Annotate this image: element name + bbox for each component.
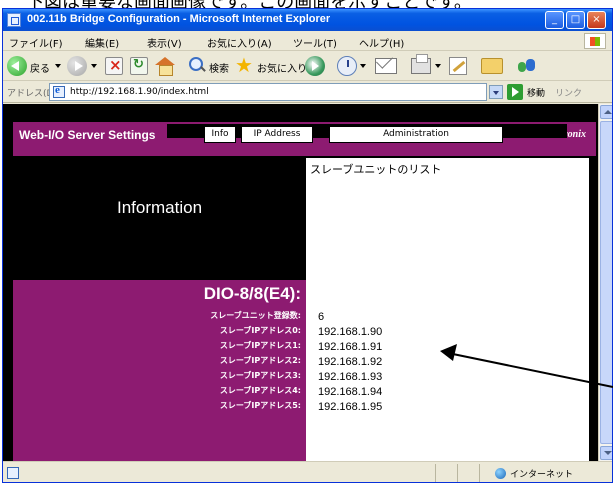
menu-edit[interactable]: 編集(E) [85, 35, 119, 50]
favorites-icon[interactable]: ★ [235, 55, 255, 75]
status-divider [435, 464, 436, 482]
tab-info[interactable]: Info [204, 126, 236, 143]
windows-logo-icon [584, 33, 606, 49]
history-icon[interactable] [337, 56, 357, 76]
mail-icon[interactable] [375, 58, 397, 74]
scroll-up-icon[interactable] [600, 105, 612, 119]
edit-icon[interactable] [449, 57, 467, 75]
slave-ip-label: スレーブIPアドレス1: [219, 341, 301, 350]
history-dropdown-icon[interactable] [360, 64, 366, 68]
page: 下図は重要な画面画像です。この画面を示すことです。 002.11b Bridge… [0, 0, 613, 483]
menu-file[interactable]: ファイル(F) [9, 35, 63, 50]
slave-count-value: 6 [318, 311, 325, 323]
media-icon[interactable] [305, 56, 325, 76]
slave-ip-label: スレーブIPアドレス5: [219, 401, 301, 410]
forward-icon[interactable] [67, 56, 87, 76]
search-label[interactable]: 検索 [209, 60, 229, 75]
toolbar: 戻る 検索 ★ お気に入り [3, 51, 612, 81]
web-content: Web-I/O Server Settings Lantronix Info I… [3, 104, 612, 461]
menu-bar: ファイル(F) 編集(E) 表示(V) お気に入り(A) ツール(T) ヘルプ(… [3, 31, 612, 51]
slave-count-label: スレーブユニット登録数: [210, 311, 301, 320]
back-label[interactable]: 戻る [30, 60, 50, 75]
window-title: 002.11b Bridge Configuration - Microsoft… [27, 13, 331, 25]
folder-icon[interactable] [481, 58, 503, 74]
tab-ip-address[interactable]: IP Address [241, 126, 313, 143]
address-dropdown-icon[interactable] [489, 85, 503, 99]
slave-ip-value: 192.168.1.93 [318, 371, 383, 383]
page-status-icon [7, 467, 19, 479]
go-button[interactable]: 移動 [527, 86, 545, 99]
slave-ip-label: スレーブIPアドレス0: [219, 326, 301, 335]
links-label[interactable]: リンク [555, 86, 582, 99]
address-value[interactable]: http://192.168.1.90/index.html [70, 87, 209, 97]
slave-ip-value: 192.168.1.90 [318, 326, 383, 338]
back-dropdown-icon[interactable] [55, 64, 61, 68]
minimize-button[interactable]: _ [545, 11, 564, 29]
device-values-panel: 6 192.168.1.90 192.168.1.91 192.168.1.92… [306, 280, 589, 461]
messenger-icon[interactable] [517, 56, 537, 76]
slave-list-panel: スレーブユニットのリスト [306, 158, 589, 280]
vertical-scrollbar[interactable] [598, 104, 612, 461]
zone-label: インターネット [510, 470, 574, 480]
status-divider [457, 464, 458, 482]
tab-administration[interactable]: Administration [329, 126, 503, 143]
settings-title: Web-I/O Server Settings [19, 128, 156, 142]
status-bar: インターネット [3, 461, 612, 482]
caption-strip: 下図は重要な画面画像です。この画面を示すことです。 [0, 0, 613, 8]
back-icon[interactable] [7, 56, 27, 76]
slave-list-title: スレーブユニットのリスト [310, 163, 442, 176]
search-icon[interactable] [188, 56, 206, 74]
title-bar[interactable]: 002.11b Bridge Configuration - Microsoft… [3, 9, 612, 31]
maximize-button[interactable]: □ [566, 11, 585, 29]
browser-window: 002.11b Bridge Configuration - Microsoft… [2, 8, 613, 483]
status-divider [479, 464, 480, 482]
slave-ip-value: 192.168.1.95 [318, 401, 383, 413]
information-heading: Information [117, 198, 203, 217]
page-icon [53, 84, 65, 98]
ie-app-icon [7, 13, 21, 27]
print-icon[interactable] [411, 54, 431, 74]
print-dropdown-icon[interactable] [435, 64, 441, 68]
menu-favorites[interactable]: お気に入り(A) [207, 35, 272, 50]
menu-help[interactable]: ヘルプ(H) [359, 35, 404, 50]
scroll-down-icon[interactable] [600, 446, 612, 460]
slave-ip-value: 192.168.1.91 [318, 341, 383, 353]
favorites-label[interactable]: お気に入り [257, 60, 307, 75]
slave-ip-label: スレーブIPアドレス2: [219, 356, 301, 365]
internet-zone-icon [495, 468, 506, 479]
address-input[interactable]: http://192.168.1.90/index.html [49, 83, 487, 101]
caption-text: 下図は重要な画面画像です。この画面を示すことです。 [26, 0, 472, 8]
menu-tools[interactable]: ツール(T) [293, 35, 337, 50]
home-icon[interactable] [155, 57, 175, 76]
slave-ip-label: スレーブIPアドレス3: [219, 371, 301, 380]
slave-ip-label: スレーブIPアドレス4: [219, 386, 301, 395]
forward-dropdown-icon[interactable] [91, 64, 97, 68]
address-bar: アドレス(D) http://192.168.1.90/index.html 移… [3, 81, 612, 103]
device-name: DIO-8/8(E4): [203, 284, 301, 303]
close-button[interactable]: × [587, 11, 606, 29]
device-panel: DIO-8/8(E4): スレーブユニット登録数: スレーブIPアドレス0: ス… [13, 280, 306, 461]
slave-ip-value: 192.168.1.94 [318, 386, 383, 398]
refresh-icon[interactable] [130, 57, 148, 75]
menu-view[interactable]: 表示(V) [147, 35, 182, 50]
stop-icon[interactable] [105, 56, 123, 75]
scroll-thumb[interactable] [600, 121, 612, 444]
information-section: Information [13, 158, 306, 280]
slave-ip-value: 192.168.1.92 [318, 356, 383, 368]
go-arrow-icon[interactable] [507, 84, 523, 100]
